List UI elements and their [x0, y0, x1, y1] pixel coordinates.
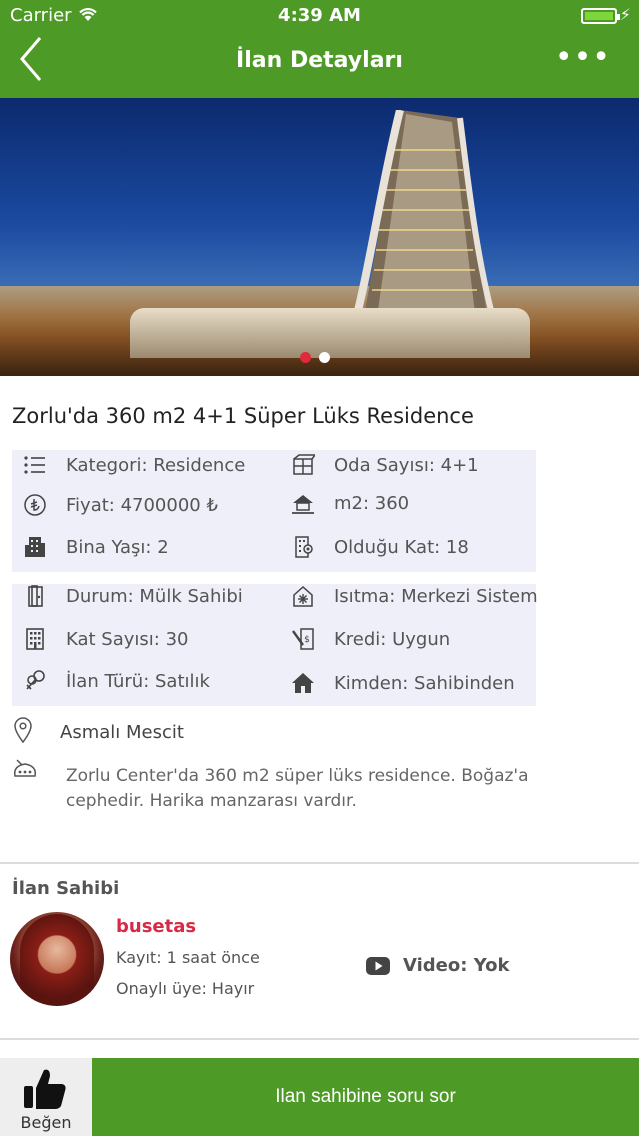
attribute-label: Kat Sayısı: 30 — [66, 628, 189, 650]
listing-attributes-group-2: Durum: Mülk Sahibi Isıtma: Merkezi Siste… — [12, 581, 538, 706]
video-label: Video: Yok — [403, 955, 510, 976]
building-age-icon — [22, 534, 48, 560]
attribute-label: Durum: Mülk Sahibi — [66, 585, 243, 607]
attribute-label: Kredi: Uygun — [334, 628, 451, 650]
attribute-label: Kimden: Sahibinden — [334, 672, 515, 694]
bottom-action-bar: Beğen Ilan sahibine soru sor — [0, 1058, 639, 1136]
owner-section-heading: İlan Sahibi — [12, 878, 120, 899]
attribute-label: m2: 360 — [334, 492, 410, 514]
thumbs-up-icon — [24, 1069, 66, 1109]
attribute-floor: Olduğu Kat: 18 — [290, 532, 469, 562]
attribute-rooms: Oda Sayısı: 4+1 — [290, 450, 479, 480]
owner-registered: Kayıt: 1 saat önce — [116, 948, 260, 967]
building-floors-icon — [22, 626, 48, 652]
keys-icon — [22, 668, 48, 694]
battery-icon — [581, 8, 620, 24]
status-time: 4:39 AM — [278, 5, 361, 26]
rooms-icon — [290, 452, 316, 478]
nav-bar: İlan Detayları ••• — [0, 32, 639, 98]
section-divider — [0, 1038, 639, 1040]
charging-icon: ⚡ — [619, 5, 631, 24]
carousel-dot-1[interactable] — [300, 352, 311, 363]
description-icon — [13, 759, 37, 777]
status-bar: Carrier 4:39 AM ⚡ — [0, 0, 639, 32]
carousel-indicator — [300, 352, 330, 363]
listing-title: Zorlu'da 360 m2 4+1 Süper Lüks Residence — [12, 404, 474, 428]
listing-photo-carousel[interactable] — [0, 98, 639, 376]
listing-location: Asmalı Mescit — [12, 716, 184, 749]
door-icon — [22, 583, 48, 609]
listing-description: Zorlu Center'da 360 m2 süper lüks reside… — [66, 766, 529, 811]
attribute-category: Kategori: Residence — [22, 450, 245, 480]
owner-avatar[interactable] — [10, 912, 104, 1006]
location-text: Asmalı Mescit — [60, 722, 184, 743]
home-icon — [290, 670, 316, 696]
list-icon — [22, 452, 48, 478]
listing-attributes-group-1: Kategori: Residence Oda Sayısı: 4+1 Fiya… — [12, 450, 536, 572]
house-area-icon — [290, 490, 316, 516]
attribute-from: Kimden: Sahibinden — [290, 668, 515, 698]
owner-video[interactable]: Video: Yok — [366, 955, 509, 976]
section-divider — [0, 862, 639, 864]
attribute-price: Fiyat: 4700000 ₺ — [22, 490, 218, 520]
like-label: Beğen — [20, 1113, 72, 1132]
more-options-icon[interactable]: ••• — [555, 40, 611, 75]
attribute-listing-type: İlan Türü: Satılık — [22, 666, 210, 696]
heating-icon — [290, 583, 316, 609]
attribute-label: Isıtma: Merkezi Sistem — [334, 585, 538, 607]
attribute-status: Durum: Mülk Sahibi — [22, 581, 243, 611]
attribute-label: Bina Yaşı: 2 — [66, 536, 169, 558]
floor-icon — [290, 534, 316, 560]
attribute-credit: $ Kredi: Uygun — [290, 624, 450, 654]
attribute-label: Olduğu Kat: 18 — [334, 536, 469, 558]
like-button[interactable]: Beğen — [0, 1058, 92, 1136]
map-pin-icon — [12, 716, 36, 749]
attribute-building-age: Bina Yaşı: 2 — [22, 532, 169, 562]
carousel-dot-2[interactable] — [319, 352, 330, 363]
attribute-label: Oda Sayısı: 4+1 — [334, 454, 479, 476]
attribute-label: Kategori: Residence — [66, 454, 246, 476]
lira-coin-icon — [22, 492, 48, 518]
page-title: İlan Detayları — [236, 48, 403, 73]
attribute-label: Fiyat: 4700000 ₺ — [66, 494, 218, 516]
attribute-label: İlan Türü: Satılık — [66, 670, 210, 692]
credit-icon: $ — [290, 626, 316, 652]
owner-approved: Onaylı üye: Hayır — [116, 979, 255, 998]
owner-username[interactable]: busetas — [116, 916, 196, 937]
svg-text:$: $ — [304, 635, 310, 645]
ask-owner-button[interactable]: Ilan sahibine soru sor — [92, 1058, 639, 1136]
youtube-icon — [366, 956, 390, 975]
attribute-area: m2: 360 — [290, 488, 409, 518]
podium-image — [130, 308, 530, 358]
attribute-floor-count: Kat Sayısı: 30 — [22, 624, 188, 654]
attribute-heating: Isıtma: Merkezi Sistem — [290, 581, 538, 611]
